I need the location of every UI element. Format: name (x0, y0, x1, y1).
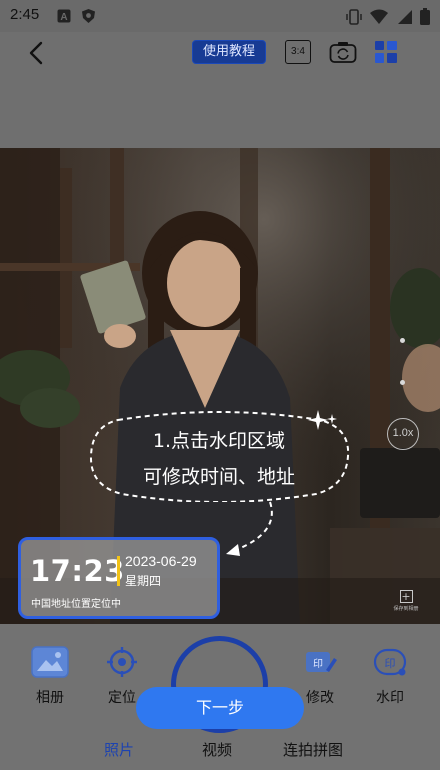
watermark-time: 17:23 (30, 554, 125, 588)
camera-bottom-panel: 相册 定位 印 修改 印 水印 下一步 照片 视频 连拍拼图 (0, 624, 440, 770)
tab-photo[interactable]: 照片 (104, 739, 134, 760)
location-button[interactable]: 定位 (102, 646, 142, 707)
tab-video[interactable]: 视频 (202, 739, 232, 760)
hint-pointer-arrow (226, 501, 273, 556)
shield-icon (82, 9, 95, 23)
status-bar: 2:45 A (0, 0, 440, 32)
edit-icon: 印 (306, 652, 337, 672)
save-album-label: 保存到相册 (393, 606, 419, 612)
tutorial-button[interactable]: 使用教程 (192, 40, 266, 64)
status-time: 2:45 (10, 6, 40, 23)
sparkle-icon (308, 410, 337, 430)
grid-menu-icon[interactable] (375, 41, 397, 63)
aspect-ratio-button[interactable]: 3:4 (285, 40, 311, 64)
focus-dot (400, 380, 405, 385)
watermark-weekday: 星期四 (125, 574, 162, 588)
svg-text:A: A (60, 12, 67, 23)
vibrate-icon (346, 8, 362, 25)
hint-line-2: 可修改时间、地址 (142, 466, 295, 488)
edit-button[interactable]: 印 修改 (300, 646, 340, 707)
camera-top-bar: 使用教程 3:4 (0, 32, 440, 148)
watermark-location: 中国地址位置定位中 (31, 599, 121, 610)
album-icon (31, 646, 69, 678)
edit-label: 修改 (306, 690, 334, 706)
album-label: 相册 (36, 690, 64, 706)
location-icon (107, 647, 137, 677)
next-step-button[interactable]: 下一步 (136, 687, 304, 729)
camera-preview[interactable]: 1.0x 1.点击水印区域 可修改时间、地址 17:23 2023-06-29 … (0, 148, 440, 624)
svg-text:印: 印 (313, 658, 323, 670)
album-button[interactable]: 相册 (30, 646, 70, 707)
watermark-date: 2023-06-29 (125, 553, 197, 569)
watermark-button[interactable]: 印 水印 (370, 646, 410, 707)
watermark-label: 水印 (376, 690, 404, 706)
signal-icon (398, 9, 412, 24)
focus-dot (400, 338, 405, 343)
battery-icon (420, 8, 430, 25)
svg-text:印: 印 (385, 657, 396, 670)
watermark-icon: 印 (373, 648, 407, 676)
wifi-icon (370, 9, 388, 24)
watermark-divider (117, 556, 120, 586)
zoom-button[interactable]: 1.0x (387, 418, 419, 450)
watermark-card[interactable]: 17:23 2023-06-29 星期四 中国地址位置定位中 (18, 537, 220, 619)
save-to-album-button[interactable]: + 保存到相册 (391, 590, 421, 620)
tab-burst-collage[interactable]: 连拍拼图 (283, 739, 343, 760)
font-a-icon: A (57, 9, 71, 23)
back-arrow-icon[interactable] (22, 38, 52, 68)
plus-icon: + (399, 590, 413, 603)
flip-camera-icon[interactable] (329, 40, 357, 64)
